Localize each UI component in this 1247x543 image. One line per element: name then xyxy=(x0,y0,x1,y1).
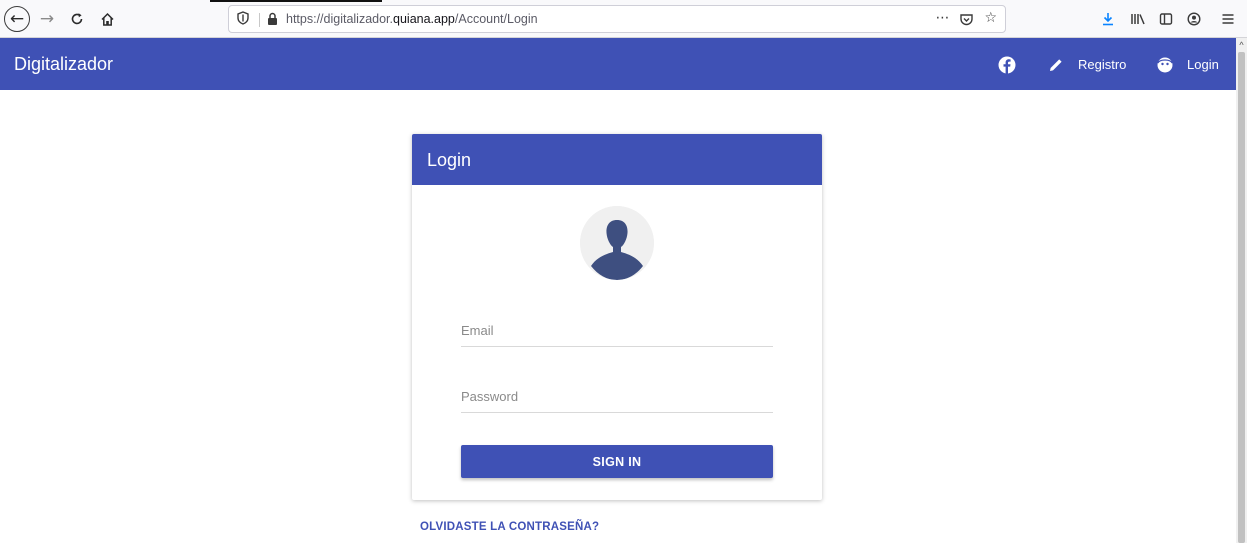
email-input[interactable] xyxy=(461,319,773,341)
pocket-icon[interactable] xyxy=(959,10,974,31)
lock-icon[interactable] xyxy=(267,12,278,26)
password-input[interactable] xyxy=(461,385,773,407)
scroll-thumb[interactable] xyxy=(1238,52,1245,543)
login-card: Login SIGN IN xyxy=(412,134,822,500)
user-face-icon[interactable] xyxy=(1155,55,1175,75)
library-icon[interactable] xyxy=(1128,9,1148,29)
login-link[interactable]: Login xyxy=(1187,57,1219,72)
url-bar[interactable]: https://digitalizador.quiana.app/Account… xyxy=(228,5,1006,33)
password-field[interactable] xyxy=(461,377,773,413)
forward-icon[interactable]: → xyxy=(34,6,60,32)
home-icon[interactable] xyxy=(94,6,120,32)
more-icon[interactable]: ⋯ xyxy=(935,10,949,31)
login-card-title: Login xyxy=(427,150,472,170)
page-scrollbar[interactable]: ^ xyxy=(1236,38,1247,543)
url-actions: ⋯ ☆ xyxy=(935,10,997,31)
shield-icon[interactable] xyxy=(237,11,249,29)
brand-title[interactable]: Digitalizador xyxy=(14,54,113,75)
active-tab-indicator xyxy=(210,0,382,2)
sidebar-icon[interactable] xyxy=(1156,9,1176,29)
facebook-icon[interactable] xyxy=(997,55,1017,75)
email-field[interactable] xyxy=(461,311,773,347)
menu-icon[interactable] xyxy=(1218,9,1238,29)
user-silhouette-icon xyxy=(580,206,654,280)
url-text[interactable]: https://digitalizador.quiana.app/Account… xyxy=(286,12,538,26)
login-card-header: Login xyxy=(412,134,822,185)
avatar xyxy=(580,206,654,280)
browser-toolbar: ← → https://digitalizador.quiana.app/Acc… xyxy=(0,0,1247,38)
forgot-password-link[interactable]: OLVIDASTE LA CONTRASEÑA? xyxy=(420,521,599,533)
registro-link[interactable]: Registro xyxy=(1078,57,1126,72)
download-icon[interactable] xyxy=(1098,9,1118,29)
bookmark-star-icon[interactable]: ☆ xyxy=(984,10,997,31)
url-separator xyxy=(259,13,260,27)
back-icon[interactable]: ← xyxy=(4,6,30,32)
sign-in-button[interactable]: SIGN IN xyxy=(461,445,773,478)
app-header: Digitalizador Registro Login xyxy=(0,38,1236,90)
account-icon[interactable] xyxy=(1184,9,1204,29)
scroll-up-icon[interactable]: ^ xyxy=(1236,38,1247,52)
pencil-icon[interactable] xyxy=(1046,55,1066,75)
reload-icon[interactable] xyxy=(64,6,90,32)
